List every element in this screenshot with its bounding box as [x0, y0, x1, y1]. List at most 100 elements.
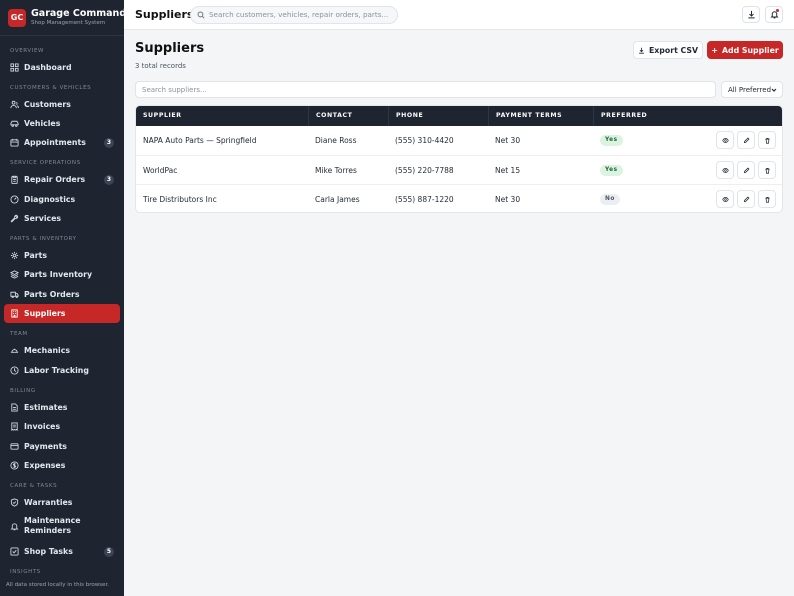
section-care-tasks: Care & Tasks — [10, 483, 58, 489]
shield-icon — [10, 498, 19, 507]
card-icon — [10, 442, 19, 451]
clipboard-icon — [10, 175, 19, 184]
sidebar-item-customers[interactable]: Customers — [4, 95, 120, 114]
gauge-icon — [10, 195, 19, 204]
sidebar-item-suppliers[interactable]: Suppliers — [4, 304, 120, 323]
sidebar-item-label: Estimates — [24, 402, 68, 412]
checkbox-icon — [10, 547, 19, 556]
sidebar-item-shop-tasks[interactable]: Shop Tasks 5 — [4, 542, 120, 561]
delete-button[interactable] — [758, 161, 776, 179]
table-row[interactable]: WorldPac Mike Torres (555) 220-7788 Net … — [136, 155, 782, 184]
export-csv-button[interactable]: Export CSV — [633, 41, 703, 59]
sidebar-item-label: Parts Orders — [24, 289, 80, 299]
sidebar-item-label: Services — [24, 213, 62, 223]
sidebar-item-label: Labor Tracking — [24, 365, 89, 375]
section-overview: Overview — [10, 48, 45, 54]
global-search-input[interactable] — [209, 10, 389, 19]
sidebar-item-labor-tracking[interactable]: Labor Tracking — [4, 361, 120, 380]
preferred-filter-value: All Preferred — [728, 85, 772, 94]
appointments-count-badge: 3 — [103, 137, 114, 148]
column-header-phone[interactable]: Phone — [388, 106, 488, 126]
notifications-button[interactable] — [765, 6, 783, 23]
sidebar-item-label: Invoices — [24, 421, 61, 431]
repair-orders-count-badge: 3 — [103, 174, 114, 185]
sidebar-item-parts[interactable]: Parts — [4, 246, 120, 265]
edit-button[interactable] — [737, 161, 755, 179]
sidebar-item-label: Diagnostics — [24, 194, 76, 204]
download-icon — [638, 47, 644, 54]
sidebar-item-label: Suppliers — [24, 308, 66, 318]
table-row[interactable]: Tire Distributors Inc Carla James (555) … — [136, 184, 782, 212]
document-icon — [10, 403, 19, 412]
delete-button[interactable] — [758, 190, 776, 208]
edit-button[interactable] — [737, 131, 755, 149]
column-header-payment-terms[interactable]: Payment Terms — [488, 106, 593, 126]
record-count: 3 total records — [135, 62, 186, 70]
sidebar-item-label: Warranties — [24, 497, 73, 507]
chevron-down-icon — [771, 88, 777, 92]
section-billing: Billing — [10, 388, 36, 394]
column-header-contact[interactable]: Contact — [308, 106, 388, 126]
sidebar-item-label: Dashboard — [24, 62, 72, 72]
brand-subtitle: Shop Management System — [31, 20, 106, 26]
top-bar-title: Suppliers — [135, 8, 194, 21]
download-button[interactable] — [742, 6, 760, 23]
pencil-icon — [743, 167, 749, 173]
sidebar-item-dashboard[interactable]: Dashboard — [4, 58, 120, 77]
cell-phone: (555) 310-4420 — [395, 136, 454, 145]
receipt-icon — [10, 422, 19, 431]
sidebar-item-diagnostics[interactable]: Diagnostics — [4, 190, 120, 209]
cell-contact: Mike Torres — [315, 166, 357, 175]
sidebar-item-label: Maintenance Reminders — [24, 516, 81, 535]
view-button[interactable] — [716, 161, 734, 179]
pencil-icon — [743, 196, 749, 202]
preferred-filter-select[interactable]: All Preferred — [721, 81, 783, 98]
export-csv-label: Export CSV — [648, 45, 699, 55]
cell-contact: Carla James — [315, 195, 360, 204]
sidebar-item-parts-orders[interactable]: Parts Orders — [4, 285, 120, 304]
sidebar-item-estimates[interactable]: Estimates — [4, 398, 120, 417]
edit-button[interactable] — [737, 190, 755, 208]
sidebar-item-repair-orders[interactable]: Repair Orders 3 — [4, 170, 120, 189]
cell-supplier: Tire Distributors Inc — [143, 195, 217, 204]
sidebar-item-services[interactable]: Services — [4, 209, 120, 228]
column-header-preferred[interactable]: Preferred — [593, 106, 782, 126]
section-insights: Insights — [10, 569, 41, 575]
global-search[interactable] — [190, 5, 398, 24]
trash-icon — [764, 167, 770, 174]
sidebar-item-parts-inventory[interactable]: Parts Inventory — [4, 265, 120, 284]
sidebar-item-expenses[interactable]: Expenses — [4, 456, 120, 475]
brand[interactable]: GC Garage Command Shop Management System — [0, 0, 124, 36]
trash-icon — [764, 137, 770, 144]
delete-button[interactable] — [758, 131, 776, 149]
section-customers-vehicles: Customers & Vehicles — [10, 85, 92, 91]
supplier-search-input[interactable] — [135, 81, 716, 98]
sidebar-item-label: Vehicles — [24, 118, 61, 128]
sidebar-item-label: Payments — [24, 441, 67, 451]
eye-icon — [721, 137, 729, 143]
hardhat-icon — [10, 346, 19, 355]
sidebar-item-maintenance-reminders[interactable]: Maintenance Reminders — [4, 514, 120, 538]
sidebar-item-invoices[interactable]: Invoices — [4, 417, 120, 436]
page-title: Suppliers — [135, 41, 205, 56]
view-button[interactable] — [716, 190, 734, 208]
view-button[interactable] — [716, 131, 734, 149]
preferred-badge: Yes — [600, 135, 623, 146]
gear-icon — [10, 251, 19, 260]
sidebar-item-vehicles[interactable]: Vehicles — [4, 114, 120, 133]
sidebar-item-label: Shop Tasks — [24, 546, 73, 556]
sidebar-item-payments[interactable]: Payments — [4, 437, 120, 456]
cell-phone: (555) 887-1220 — [395, 195, 454, 204]
storage-note: All data stored locally in this browser. — [6, 582, 109, 588]
truck-icon — [10, 290, 19, 299]
sidebar-item-appointments[interactable]: Appointments 3 — [4, 133, 120, 152]
add-supplier-button[interactable]: + Add Supplier — [707, 41, 783, 59]
column-header-supplier[interactable]: Supplier — [136, 106, 308, 126]
download-icon — [747, 10, 755, 19]
clock-icon — [10, 366, 19, 375]
sidebar-item-warranties[interactable]: Warranties — [4, 493, 120, 512]
stack-icon — [10, 270, 19, 279]
sidebar-item-mechanics[interactable]: Mechanics — [4, 341, 120, 360]
table-row[interactable]: NAPA Auto Parts — Springfield Diane Ross… — [136, 126, 782, 155]
top-bar: Suppliers — [124, 0, 794, 30]
